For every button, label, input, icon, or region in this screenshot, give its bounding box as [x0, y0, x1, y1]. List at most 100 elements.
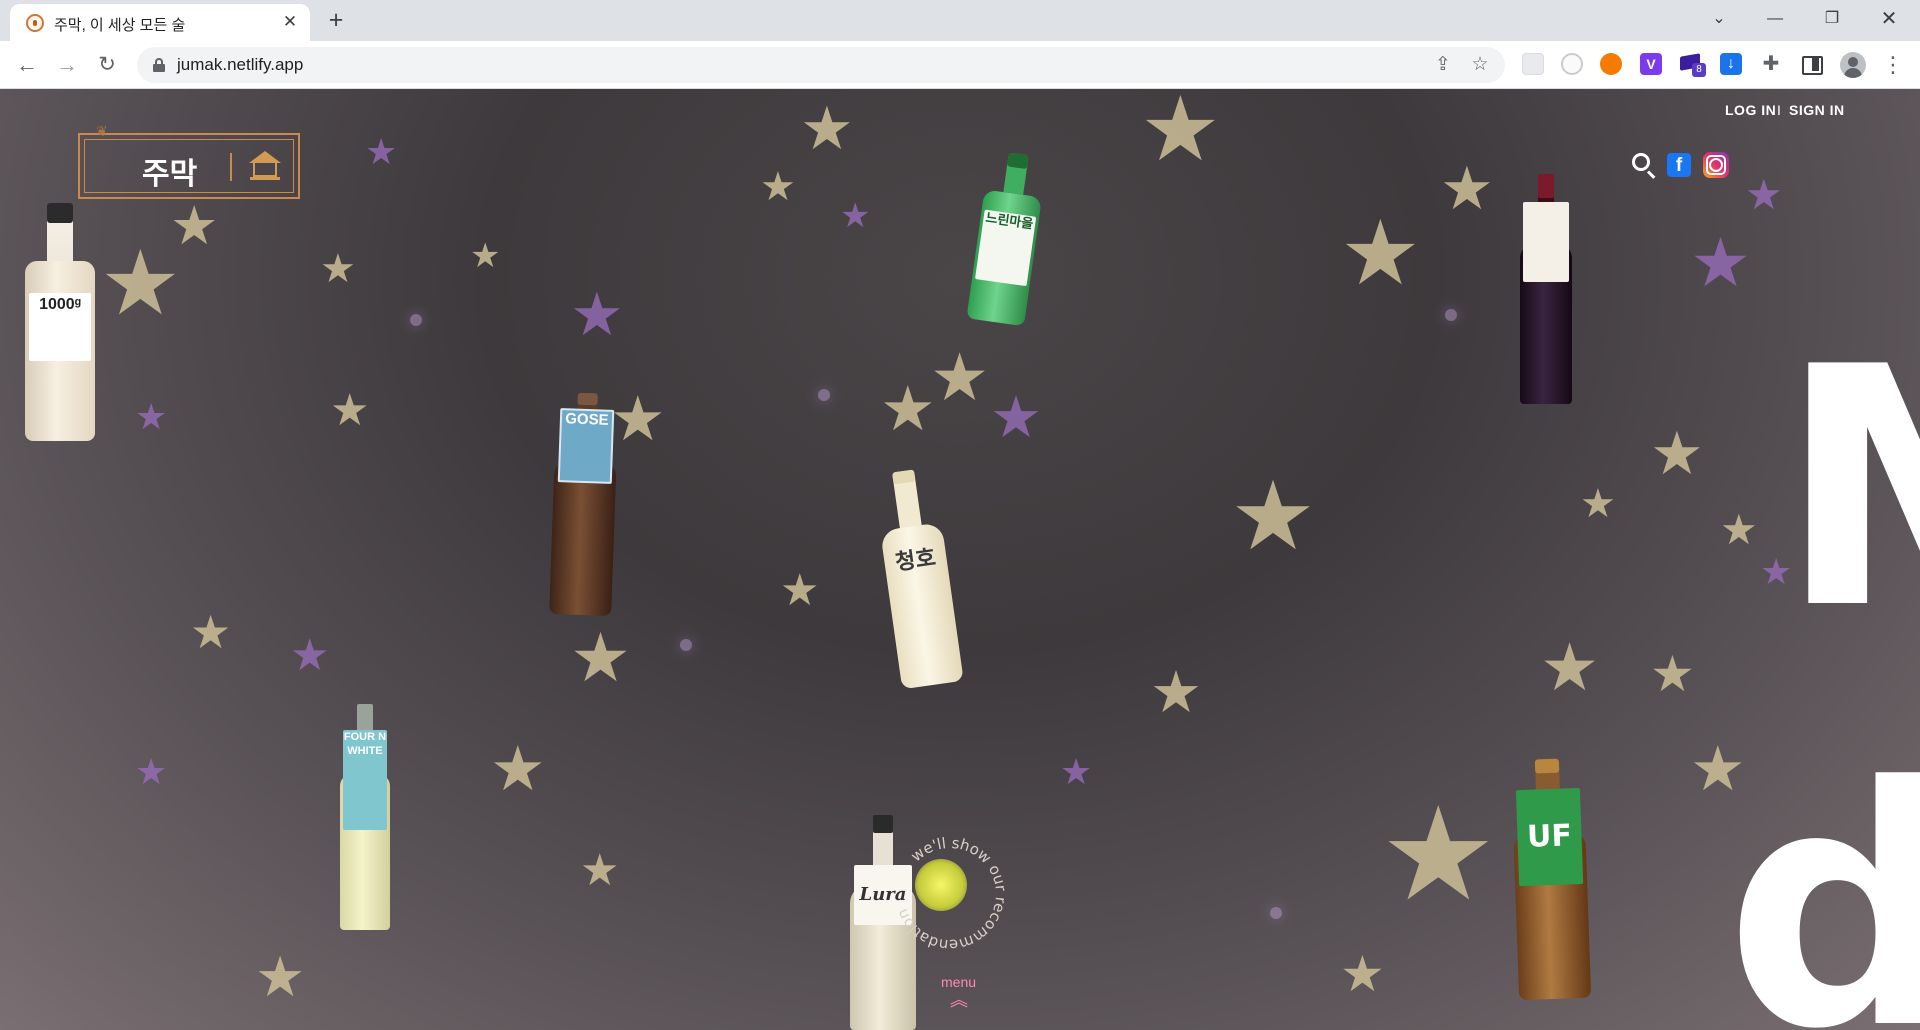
star-decoration: ★ — [1650, 420, 1704, 487]
star-decoration: ★ — [1745, 171, 1783, 218]
site-logo[interactable]: ❦ 주막 — [78, 123, 300, 199]
star-decoration: ★ — [290, 631, 330, 680]
extension-download-icon[interactable]: ↓ — [1720, 53, 1742, 75]
facebook-icon[interactable]: f — [1667, 153, 1691, 177]
minimize-window-button[interactable]: — — [1752, 5, 1798, 33]
star-decoration: ★ — [840, 197, 871, 235]
page-viewport: ★ ★ ★ ★ ★ ★ ★ ★ ★ ★ ★ ★ ★ ★ ★ ★ ★ ★ ★ ★ … — [0, 89, 1920, 1030]
star-decoration: ★ — [330, 386, 370, 435]
extension-v-icon[interactable]: V — [1640, 53, 1662, 75]
chevron-up-icon[interactable]: ︽ — [950, 991, 968, 1009]
hero-letter-m: M — [1778, 324, 1920, 654]
star-decoration: ★ — [760, 165, 796, 209]
star-decoration: ★ — [1540, 630, 1600, 704]
auth-separator: I — [1777, 102, 1782, 118]
extension-orange-icon[interactable] — [1600, 53, 1622, 75]
extension-circle-icon[interactable] — [1561, 53, 1583, 75]
star-decoration: ★ — [190, 606, 232, 658]
pavilion-icon — [248, 149, 282, 183]
glow-dot — [680, 639, 692, 651]
side-panel-icon[interactable] — [1800, 53, 1823, 75]
extension-cap-icon[interactable]: 8 — [1680, 53, 1706, 77]
browser-tab[interactable]: 주막, 이 세상 모든 술 ✕ — [10, 4, 310, 41]
tab-search-chevron-icon[interactable]: ⌄ — [1696, 5, 1742, 33]
login-link[interactable]: LOG IN — [1725, 102, 1776, 118]
star-decoration: ★ — [1150, 660, 1202, 725]
bottle-label: FOUR N WHITE — [343, 730, 387, 830]
logo-text: 주막 — [142, 157, 198, 192]
profile-avatar-icon[interactable] — [1840, 52, 1866, 78]
search-icon[interactable] — [1632, 153, 1656, 179]
star-decoration: ★ — [365, 131, 398, 172]
new-tab-button[interactable]: + — [322, 8, 350, 34]
star-decoration: ★ — [990, 385, 1042, 450]
star-decoration: ★ — [1440, 155, 1494, 222]
browser-menu-icon[interactable]: ⋮ — [1882, 51, 1904, 79]
bottle-label: GOSE — [557, 408, 615, 484]
restore-window-button[interactable]: ❐ — [1809, 5, 1855, 33]
star-decoration: ★ — [1580, 482, 1616, 526]
instagram-icon[interactable] — [1703, 152, 1729, 178]
bottle-label: 느린마을 — [975, 209, 1036, 287]
star-decoration: ★ — [1060, 751, 1093, 792]
star-decoration: ★ — [780, 566, 820, 615]
star-decoration: ★ — [1690, 225, 1751, 301]
star-decoration: ★ — [100, 234, 181, 334]
close-tab-icon[interactable]: ✕ — [280, 12, 300, 32]
star-decoration: ★ — [580, 846, 620, 895]
signin-link[interactable]: SIGN IN — [1789, 102, 1845, 118]
browser-tab-strip: 주막, 이 세상 모든 술 ✕ + ⌄ — ❐ ✕ — [0, 0, 1920, 41]
browser-toolbar: ← → ↻ jumak.netlify.app ⇪ ☆ V 8 ↓ ✚ ⋮ — [0, 41, 1920, 89]
hero-letters-dk: dk — [1725, 717, 1920, 1030]
address-bar[interactable]: jumak.netlify.app ⇪ ☆ — [137, 47, 1505, 83]
star-decoration: ★ — [255, 945, 306, 1008]
reload-icon[interactable]: ↻ — [93, 51, 121, 79]
extensions-puzzle-icon[interactable]: ✚ — [1760, 53, 1782, 75]
menu-link[interactable]: menu — [941, 974, 976, 990]
bottle-cheongju[interactable]: 청호 — [872, 467, 964, 690]
recommendation-badge[interactable]: we'll show our recommendation — [885, 829, 1015, 959]
bottle-green-soju[interactable]: 느린마을 — [966, 150, 1047, 327]
close-window-button[interactable]: ✕ — [1866, 5, 1912, 33]
bottle-label: 1000ᵍ — [29, 293, 91, 361]
logo-divider — [230, 153, 232, 181]
glow-dot — [410, 314, 422, 326]
star-decoration: ★ — [1720, 506, 1758, 553]
lock-icon[interactable] — [153, 58, 165, 72]
star-decoration: ★ — [1380, 781, 1497, 927]
bottle-makgeolli[interactable]: 1000ᵍ — [25, 203, 95, 441]
bottle-gose-beer[interactable]: GOSE — [549, 392, 619, 617]
forward-arrow-icon[interactable]: → — [53, 51, 81, 79]
bottle-white-wine[interactable]: FOUR N WHITE — [340, 704, 390, 930]
star-decoration: ★ — [930, 340, 990, 414]
star-decoration: ★ — [1230, 463, 1317, 570]
star-decoration: ★ — [880, 375, 936, 444]
tab-title: 주막, 이 세상 모든 술 — [54, 17, 186, 34]
star-decoration: ★ — [1650, 646, 1695, 702]
star-decoration: ★ — [570, 620, 631, 696]
star-decoration: ★ — [800, 95, 854, 162]
extension-blank-icon[interactable] — [1522, 53, 1544, 75]
bottle-uf-beer[interactable]: UF — [1511, 758, 1592, 1001]
glow-dot — [1270, 907, 1282, 919]
star-decoration: ★ — [570, 281, 624, 348]
star-decoration: ★ — [1140, 89, 1221, 180]
site-favicon-icon — [26, 14, 44, 32]
star-decoration: ★ — [470, 237, 501, 275]
bottle-label: UF — [1516, 787, 1583, 887]
share-icon[interactable]: ⇪ — [1429, 51, 1457, 79]
bottle-label — [1523, 202, 1569, 282]
bottle-label: 청호 — [893, 544, 938, 575]
star-decoration: ★ — [1340, 946, 1385, 1002]
star-decoration: ★ — [135, 396, 168, 437]
bottle-red-wine[interactable] — [1520, 174, 1572, 404]
bookmark-star-icon[interactable]: ☆ — [1466, 51, 1494, 79]
extension-badge: 8 — [1692, 63, 1706, 77]
recommendation-blob — [915, 859, 967, 911]
url-text[interactable]: jumak.netlify.app — [177, 55, 303, 75]
glow-dot — [1445, 309, 1457, 321]
back-arrow-icon[interactable]: ← — [13, 51, 41, 79]
glow-dot — [818, 389, 830, 401]
star-decoration: ★ — [1340, 204, 1421, 304]
star-decoration: ★ — [490, 735, 546, 804]
